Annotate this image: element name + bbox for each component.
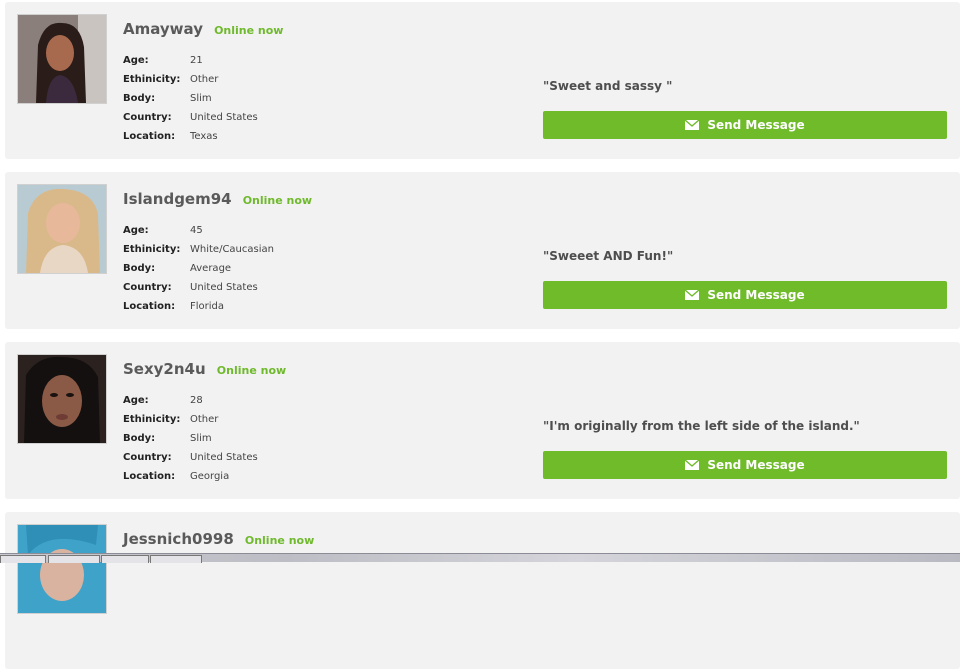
age-label: Age: (123, 55, 149, 66)
send-message-button[interactable]: Send Message (543, 111, 947, 139)
location-value: Georgia (190, 471, 230, 482)
send-message-label: Send Message (707, 458, 805, 472)
profile-photo-image (18, 525, 106, 613)
ethnicity-row: Ethinicity: Other (123, 413, 258, 432)
profile-details: Age: 28 Ethinicity: Other Body: Slim Countr… (123, 394, 258, 489)
taskbar-button[interactable] (0, 555, 46, 563)
body-row: Body: Slim (123, 432, 258, 451)
location-label: Location: (123, 131, 176, 142)
ethnicity-value: Other (190, 414, 219, 425)
ethnicity-value: White/Caucasian (190, 244, 274, 255)
send-message-label: Send Message (707, 118, 805, 132)
age-label: Age: (123, 225, 149, 236)
profile-photo[interactable] (17, 524, 107, 614)
country-value: United States (190, 282, 258, 293)
body-value: Average (190, 263, 232, 274)
location-row: Location: Florida (123, 300, 274, 319)
profile-photo[interactable] (17, 184, 107, 274)
age-label: Age: (123, 395, 149, 406)
taskbar-button[interactable] (48, 555, 100, 563)
country-row: Country: United States (123, 451, 258, 470)
ethnicity-row: Ethinicity: White/Caucasian (123, 243, 274, 262)
profile-photo-image (18, 185, 106, 273)
country-label: Country: (123, 112, 172, 123)
profile-quote: "Sweet and sassy " (543, 79, 673, 93)
body-value: Slim (190, 433, 212, 444)
profile-photo-image (18, 355, 106, 443)
online-status: Online now (242, 194, 313, 207)
country-value: United States (190, 452, 258, 463)
ethnicity-label: Ethinicity: (123, 414, 181, 425)
profile-quote: "Sweeet AND Fun!" (543, 249, 674, 263)
profile-card: Sexy2n4u Online now Age: 28 Ethinicity: Ot… (5, 342, 960, 499)
body-label: Body: (123, 433, 156, 444)
profile-photo[interactable] (17, 354, 107, 444)
body-label: Body: (123, 263, 156, 274)
profile-card: Islandgem94 Online now Age: 45 Ethinicity… (5, 172, 960, 329)
body-row: Body: Average (123, 262, 274, 281)
age-value: 21 (190, 55, 203, 66)
body-label: Body: (123, 93, 156, 104)
body-row: Body: Slim (123, 92, 258, 111)
send-message-label: Send Message (707, 288, 805, 302)
location-value: Texas (190, 131, 218, 142)
profile-card: Jessnich0998 Online now (5, 512, 960, 669)
online-status: Online now (214, 24, 284, 37)
profile-card: Amayway Online now Age: 21 Ethinicity: Oth… (5, 2, 960, 159)
ethnicity-label: Ethinicity: (123, 244, 181, 255)
ethnicity-row: Ethinicity: Other (123, 73, 258, 92)
envelope-icon (685, 460, 700, 470)
profile-details: Age: 21 Ethinicity: Other Body: Slim Countr… (123, 54, 258, 149)
ethnicity-value: Other (190, 74, 219, 85)
country-value: United States (190, 112, 258, 123)
profile-photo-image (18, 15, 106, 103)
age-value: 45 (190, 225, 203, 236)
online-status: Online now (244, 534, 315, 547)
profile-details: Age: 45 Ethinicity: White/Caucasian Body: A… (123, 224, 274, 319)
age-row: Age: 21 (123, 54, 258, 73)
send-message-button[interactable]: Send Message (543, 281, 947, 309)
body-value: Slim (190, 93, 212, 104)
age-row: Age: 28 (123, 394, 258, 413)
taskbar-button[interactable] (101, 555, 149, 563)
profile-photo[interactable] (17, 14, 107, 104)
envelope-icon (685, 290, 700, 300)
profile-quote: "I'm originally from the left side of th… (543, 419, 860, 433)
country-row: Country: United States (123, 111, 258, 130)
country-row: Country: United States (123, 281, 274, 300)
age-row: Age: 45 (123, 224, 274, 243)
location-label: Location: (123, 301, 176, 312)
taskbar-button[interactable] (150, 555, 202, 563)
ethnicity-label: Ethinicity: (123, 74, 181, 85)
location-row: Location: Texas (123, 130, 258, 149)
age-value: 28 (190, 395, 203, 406)
country-label: Country: (123, 452, 172, 463)
profile-name[interactable]: Amayway (123, 20, 203, 38)
profile-name[interactable]: Sexy2n4u (123, 360, 206, 378)
profile-name[interactable]: Islandgem94 (123, 190, 232, 208)
online-status: Online now (216, 364, 287, 377)
envelope-icon (685, 120, 700, 130)
location-label: Location: (123, 471, 176, 482)
country-label: Country: (123, 282, 172, 293)
send-message-button[interactable]: Send Message (543, 451, 947, 479)
location-row: Location: Georgia (123, 470, 258, 489)
profile-name[interactable]: Jessnich0998 (123, 530, 234, 548)
location-value: Florida (190, 301, 225, 312)
